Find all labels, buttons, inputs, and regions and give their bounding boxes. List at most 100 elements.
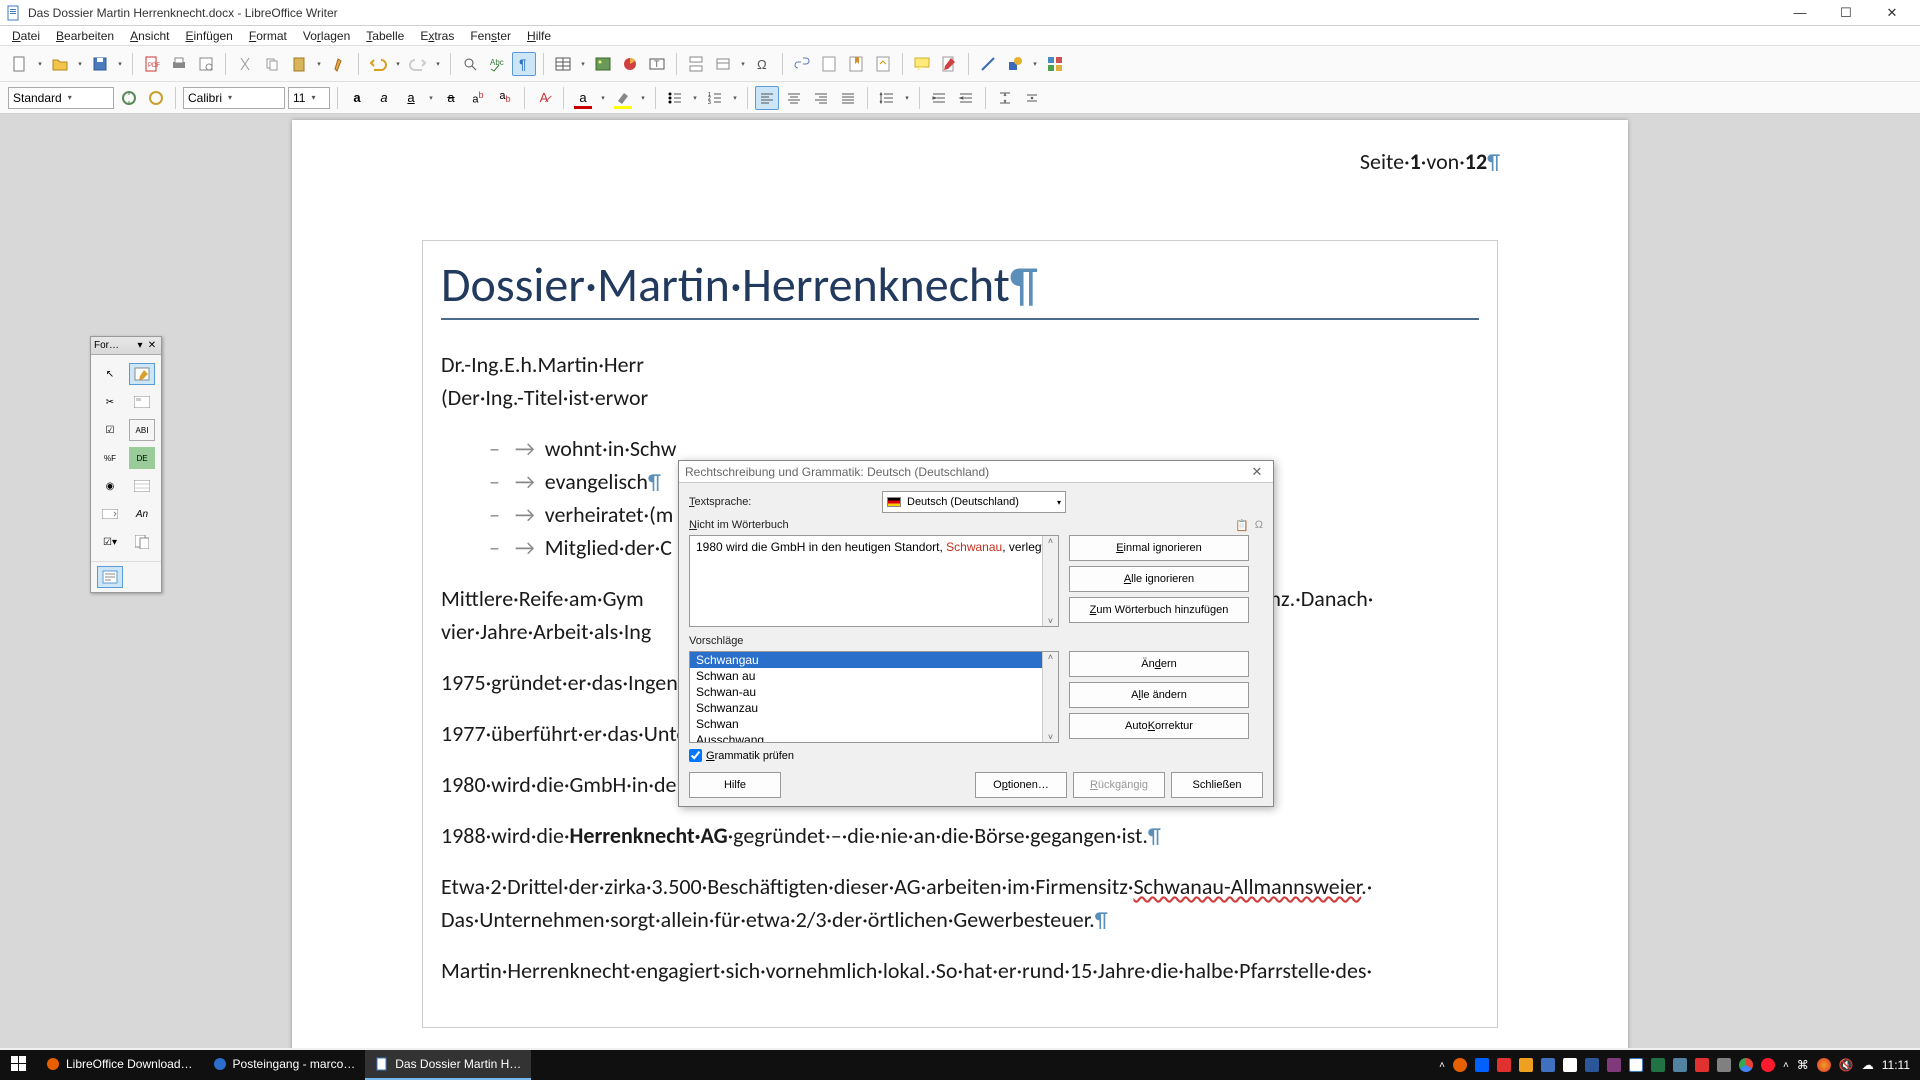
suggestion-item[interactable]: Ausschwang [690, 732, 1058, 743]
undo-dropdown[interactable]: ▾ [393, 52, 403, 76]
menu-extras[interactable]: Extras [412, 27, 462, 45]
sentence-editor[interactable]: 1980 wird die GmbH in den heutigen Stand… [689, 535, 1059, 627]
open-dropdown[interactable]: ▾ [75, 52, 85, 76]
language-combo[interactable]: Deutsch (Deutschland) ▾ [882, 491, 1066, 513]
tray-dropbox-icon[interactable] [1475, 1058, 1489, 1072]
form-design-button[interactable] [129, 391, 155, 413]
shapes-button[interactable] [1003, 52, 1027, 76]
print-preview-button[interactable] [194, 52, 218, 76]
form-navigator-button[interactable] [129, 531, 155, 553]
draw-functions-button[interactable] [1043, 52, 1067, 76]
tray-firefox-icon[interactable] [1453, 1058, 1467, 1072]
numbering-dropdown[interactable]: ▾ [730, 86, 740, 110]
radio-control[interactable]: ◉ [97, 475, 123, 497]
new-doc-button[interactable] [8, 52, 32, 76]
tray-opera-icon[interactable] [1761, 1058, 1775, 1072]
font-name-combo[interactable]: Calibri▾ [183, 87, 285, 109]
suggestion-item[interactable]: Schwangau [690, 652, 1058, 668]
help-button[interactable]: Hilfe [689, 772, 781, 798]
menu-vorlagen[interactable]: Vorlagen [295, 27, 358, 45]
palette-close-icon[interactable]: ✕ [146, 340, 158, 351]
tray-onenote-icon[interactable] [1607, 1058, 1621, 1072]
menu-ansicht[interactable]: Ansicht [122, 27, 177, 45]
update-style-button[interactable] [117, 86, 141, 110]
tray-app-icon[interactable] [1695, 1058, 1709, 1072]
para-spacing-inc-button[interactable] [993, 86, 1017, 110]
tray-app-icon[interactable] [1497, 1058, 1511, 1072]
suggestions-list[interactable]: Schwangau Schwan au Schwan-au Schwanzau … [689, 651, 1059, 743]
suggestion-item[interactable]: Schwan au [690, 668, 1058, 684]
select-tool[interactable]: ↖ [97, 363, 123, 385]
design-mode-button[interactable] [129, 363, 155, 385]
tray-app-icon[interactable] [1817, 1058, 1831, 1072]
special-char-icon[interactable]: Ω [1255, 519, 1263, 532]
image-button[interactable] [591, 52, 615, 76]
scrollbar[interactable]: ˄˅ [1042, 652, 1058, 742]
tray-expand-icon[interactable]: ˄ [1783, 1060, 1789, 1071]
grammar-checkbox[interactable]: Grammatik prüfen [689, 749, 1263, 762]
align-left-button[interactable] [755, 86, 779, 110]
superscript-button[interactable]: ab [466, 86, 490, 110]
font-color-dropdown[interactable]: ▾ [598, 86, 608, 110]
label-control[interactable]: An [129, 503, 155, 525]
autocorrect-button[interactable]: AutoKorrektur [1069, 713, 1249, 739]
align-right-button[interactable] [809, 86, 833, 110]
pagebreak-button[interactable] [684, 52, 708, 76]
font-size-combo[interactable]: 11▾ [288, 87, 330, 109]
bullets-dropdown[interactable]: ▾ [690, 86, 700, 110]
bullets-button[interactable] [663, 86, 687, 110]
print-button[interactable] [167, 52, 191, 76]
tray-chrome-icon[interactable] [1739, 1058, 1753, 1072]
undo-button[interactable]: Rückgängig [1073, 772, 1165, 798]
clear-format-button[interactable]: A̷ [532, 86, 556, 110]
italic-button[interactable]: a [372, 86, 396, 110]
add-to-dict-button[interactable]: Zum Wörterbuch hinzufügen [1069, 597, 1249, 623]
line-spacing-button[interactable] [875, 86, 899, 110]
task-writer[interactable]: Das Dossier Martin H… [365, 1050, 531, 1080]
change-button[interactable]: Ändern [1069, 651, 1249, 677]
formatted-field-control[interactable]: %F [97, 447, 123, 469]
textbox-button[interactable]: T [645, 52, 669, 76]
field-button[interactable] [711, 52, 735, 76]
listbox-control[interactable] [129, 475, 155, 497]
decrease-indent-button[interactable] [954, 86, 978, 110]
hyperlink-button[interactable] [790, 52, 814, 76]
new-style-button[interactable] [144, 86, 168, 110]
more-controls-button[interactable]: ☑▾ [97, 531, 123, 553]
align-center-button[interactable] [782, 86, 806, 110]
new-doc-dropdown[interactable]: ▾ [35, 52, 45, 76]
open-button[interactable] [48, 52, 72, 76]
suggestion-item[interactable]: Schwan [690, 716, 1058, 732]
save-button[interactable] [88, 52, 112, 76]
clone-format-button[interactable] [327, 52, 351, 76]
find-button[interactable] [458, 52, 482, 76]
palette-titlebar[interactable]: For… ▾ ✕ [91, 337, 161, 355]
menu-format[interactable]: Format [241, 27, 295, 45]
tray-excel-icon[interactable] [1651, 1058, 1665, 1072]
ignore-once-button[interactable]: Einmal ignorieren [1069, 535, 1249, 561]
strike-button[interactable]: a [439, 86, 463, 110]
close-dialog-button[interactable]: Schließen [1171, 772, 1263, 798]
line-button[interactable] [976, 52, 1000, 76]
task-libreoffice[interactable]: LibreOffice Download… [36, 1050, 203, 1080]
tray-clock[interactable]: 11:11 [1882, 1058, 1910, 1072]
scrollbar[interactable]: ˄˅ [1042, 536, 1058, 626]
checkbox-control[interactable]: ☑ [97, 419, 123, 441]
form-properties-button[interactable] [97, 566, 123, 588]
chart-button[interactable] [618, 52, 642, 76]
paragraph-style-combo[interactable]: Standard▾ [8, 87, 114, 109]
menu-tabelle[interactable]: Tabelle [358, 27, 412, 45]
save-dropdown[interactable]: ▾ [115, 52, 125, 76]
suggestion-item[interactable]: Schwan-au [690, 684, 1058, 700]
tray-writer-icon[interactable] [1629, 1058, 1643, 1072]
bold-button[interactable]: a [345, 86, 369, 110]
ignore-all-button[interactable]: Alle ignorieren [1069, 566, 1249, 592]
tray-onedrive-icon[interactable] [1563, 1058, 1577, 1072]
formatting-marks-button[interactable]: ¶ [512, 52, 536, 76]
tray-chevron-icon[interactable]: ˄ [1439, 1060, 1445, 1071]
bookmark-button[interactable] [844, 52, 868, 76]
increase-indent-button[interactable] [927, 86, 951, 110]
line-spacing-dropdown[interactable]: ▾ [902, 86, 912, 110]
control-wizards-button[interactable]: ✂ [97, 391, 123, 413]
undo-button[interactable] [366, 52, 390, 76]
